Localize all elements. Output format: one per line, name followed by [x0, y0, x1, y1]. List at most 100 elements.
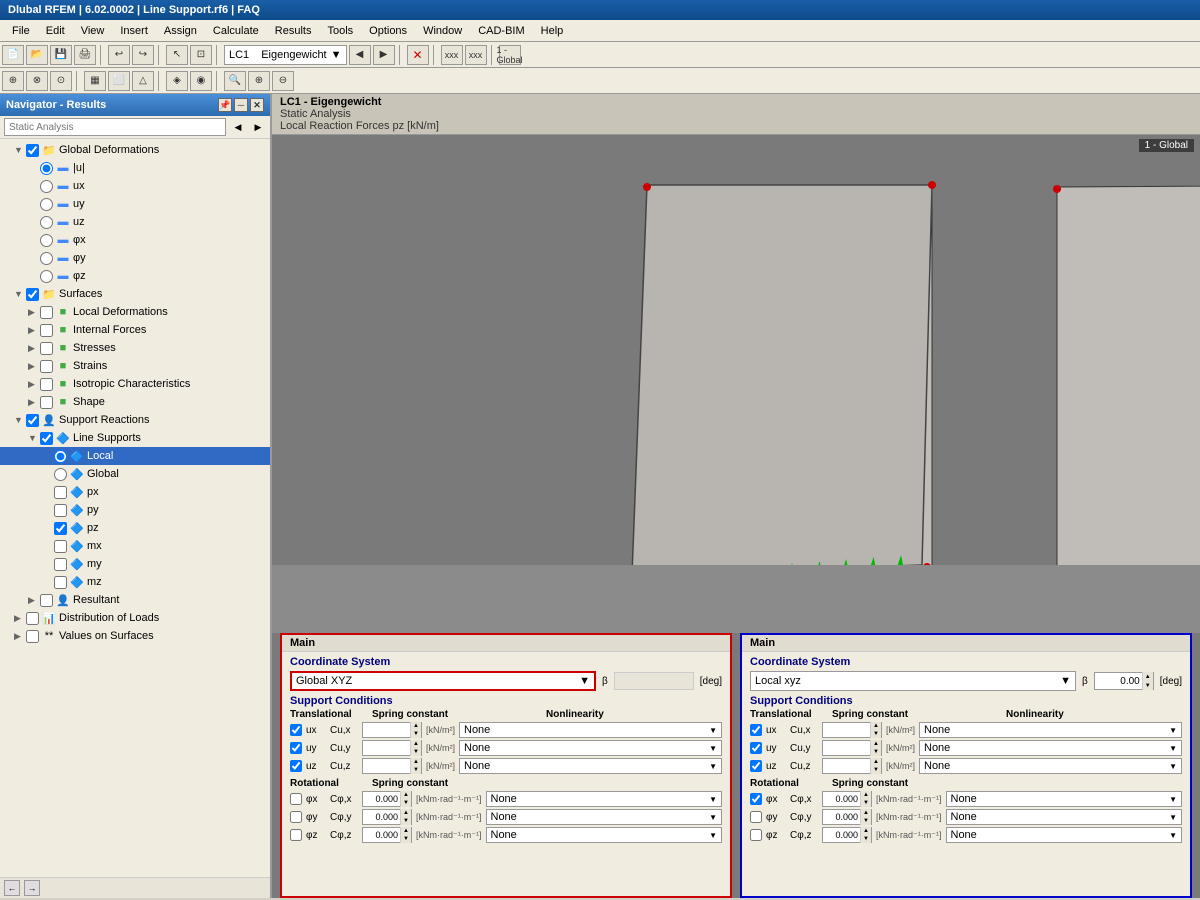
- props-left-ux-nonlin[interactable]: None ▼: [459, 722, 722, 738]
- props-left-phiy-nonlin[interactable]: None ▼: [486, 809, 723, 825]
- tree-check-my[interactable]: [54, 558, 67, 571]
- toolbar2-btn3[interactable]: ⊙: [50, 71, 72, 91]
- menu-window[interactable]: Window: [415, 23, 470, 39]
- tree-check-shape[interactable]: [40, 396, 53, 409]
- menu-calculate[interactable]: Calculate: [205, 23, 267, 39]
- tree-item-surfaces[interactable]: ▼ 📁 Surfaces: [0, 285, 270, 303]
- props-right-phix-spin-up[interactable]: ▲: [861, 791, 871, 799]
- tree-item-phiz[interactable]: ▬ φz: [0, 267, 270, 285]
- toolbar2-render1-btn[interactable]: ◈: [166, 71, 188, 91]
- tree-item-isotropic[interactable]: ▶ ■ Isotropic Characteristics: [0, 375, 270, 393]
- toolbar-new-btn[interactable]: 📄: [2, 45, 24, 65]
- nav-search-prev-btn[interactable]: ◀: [230, 119, 246, 135]
- toolbar2-btn1[interactable]: ⊕: [2, 71, 24, 91]
- toolbar-cursor-btn[interactable]: ↖: [166, 45, 188, 65]
- toolbar-save-btn[interactable]: 💾: [50, 45, 72, 65]
- menu-options[interactable]: Options: [361, 23, 415, 39]
- tree-check-values-surfaces[interactable]: [26, 630, 39, 643]
- tree-item-pz[interactable]: 🔷 pz: [0, 519, 270, 537]
- props-left-uz-spin-up[interactable]: ▲: [411, 758, 421, 766]
- props-left-uz-nonlin[interactable]: None ▼: [459, 758, 722, 774]
- tree-item-strains[interactable]: ▶ ■ Strains: [0, 357, 270, 375]
- tree-check-distr-loads[interactable]: [26, 612, 39, 625]
- toolbar-xxx2-btn[interactable]: xxx: [465, 45, 487, 65]
- props-left-phiz-spin-down[interactable]: ▼: [401, 835, 411, 843]
- toolbar2-btn2[interactable]: ⊗: [26, 71, 48, 91]
- props-left-phix-input[interactable]: 0.000 ▲ ▼: [362, 791, 412, 807]
- tree-item-local-deformations[interactable]: ▶ ■ Local Deformations: [0, 303, 270, 321]
- tree-item-distribution-of-loads[interactable]: ▶ 📊 Distribution of Loads: [0, 609, 270, 627]
- props-left-phiz-check[interactable]: [290, 829, 302, 841]
- nav-search-next-btn[interactable]: ▶: [250, 119, 266, 135]
- menu-results[interactable]: Results: [267, 23, 320, 39]
- tree-item-my[interactable]: 🔷 my: [0, 555, 270, 573]
- tree-item-phix[interactable]: ▬ φx: [0, 231, 270, 249]
- tree-radio-u-abs[interactable]: [40, 162, 53, 175]
- tree-item-line-supports[interactable]: ▼ 🔷 Line Supports: [0, 429, 270, 447]
- props-right-uy-spin-down[interactable]: ▼: [871, 748, 881, 756]
- tree-toggle-internal-forces[interactable]: ▶: [28, 325, 40, 336]
- nav-bottom-btn1[interactable]: ←: [4, 880, 20, 896]
- tree-radio-uy[interactable]: [40, 198, 53, 211]
- nav-pin-btn[interactable]: 📌: [218, 98, 232, 112]
- tree-item-phiy[interactable]: ▬ φy: [0, 249, 270, 267]
- tree-item-py[interactable]: 🔷 py: [0, 501, 270, 519]
- menu-view[interactable]: View: [73, 23, 113, 39]
- props-left-uy-spin-down[interactable]: ▼: [411, 748, 421, 756]
- props-left-phiz-nonlin[interactable]: None ▼: [486, 827, 723, 843]
- tree-toggle-strains[interactable]: ▶: [28, 361, 40, 372]
- props-right-phiz-spin-down[interactable]: ▼: [861, 835, 871, 843]
- props-right-uy-nonlin[interactable]: None ▼: [919, 740, 1182, 756]
- props-right-ux-input[interactable]: ▲ ▼: [822, 722, 882, 738]
- tree-item-global[interactable]: 🔷 Global: [0, 465, 270, 483]
- props-left-uz-check[interactable]: [290, 760, 302, 772]
- props-left-phiz-spin-up[interactable]: ▲: [401, 827, 411, 835]
- toolbar2-zoomout-btn[interactable]: ⊖: [272, 71, 294, 91]
- props-left-coord-dropdown[interactable]: Global XYZ ▼: [290, 671, 596, 691]
- tree-check-mz[interactable]: [54, 576, 67, 589]
- tree-toggle-resultant[interactable]: ▶: [28, 595, 40, 606]
- toolbar2-view1-btn[interactable]: ▦: [84, 71, 106, 91]
- tree-toggle-values-surfaces[interactable]: ▶: [14, 631, 26, 642]
- nav-search-input[interactable]: [4, 118, 226, 136]
- tree-check-isotropic[interactable]: [40, 378, 53, 391]
- tree-check-local-def[interactable]: [40, 306, 53, 319]
- tree-radio-phiy[interactable]: [40, 252, 53, 265]
- tree-radio-local[interactable]: [54, 450, 67, 463]
- props-right-uz-check[interactable]: [750, 760, 762, 772]
- props-right-uy-spin-up[interactable]: ▲: [871, 740, 881, 748]
- tree-item-global-deformations[interactable]: ▼ 📁 Global Deformations: [0, 141, 270, 159]
- tree-check-global-def[interactable]: [26, 144, 39, 157]
- toolbar-open-btn[interactable]: 📂: [26, 45, 48, 65]
- tree-radio-uz[interactable]: [40, 216, 53, 229]
- tree-item-uy[interactable]: ▬ uy: [0, 195, 270, 213]
- props-left-phix-check[interactable]: [290, 793, 302, 805]
- props-right-beta-input[interactable]: 0.00 ▲ ▼: [1094, 672, 1154, 690]
- toolbar2-render2-btn[interactable]: ◉: [190, 71, 212, 91]
- props-left-uy-input[interactable]: ▲ ▼: [362, 740, 422, 756]
- props-left-phix-spin-up[interactable]: ▲: [401, 791, 411, 799]
- toolbar2-view3-btn[interactable]: △: [132, 71, 154, 91]
- props-right-phiy-input[interactable]: 0.000 ▲ ▼: [822, 809, 872, 825]
- props-right-uy-input[interactable]: ▲ ▼: [822, 740, 882, 756]
- tree-item-px[interactable]: 🔷 px: [0, 483, 270, 501]
- menu-edit[interactable]: Edit: [38, 23, 73, 39]
- toolbar-view-btn[interactable]: 1 - Global: [499, 45, 521, 65]
- props-left-uy-check[interactable]: [290, 742, 302, 754]
- tree-toggle-shape[interactable]: ▶: [28, 397, 40, 408]
- toolbar-loadcase-dropdown[interactable]: LC1 Eigengewicht ▼: [224, 45, 347, 65]
- menu-assign[interactable]: Assign: [156, 23, 205, 39]
- tree-item-resultant[interactable]: ▶ 👤 Resultant: [0, 591, 270, 609]
- tree-item-u-abs[interactable]: ▬ |u|: [0, 159, 270, 177]
- tree-toggle-distr-loads[interactable]: ▶: [14, 613, 26, 624]
- props-left-phiy-input[interactable]: 0.000 ▲ ▼: [362, 809, 412, 825]
- tree-toggle-line-supports[interactable]: ▼: [28, 433, 40, 443]
- props-left-phiy-check[interactable]: [290, 811, 302, 823]
- toolbar2-zoom-btn[interactable]: 🔍: [224, 71, 246, 91]
- tree-check-surfaces[interactable]: [26, 288, 39, 301]
- props-left-phix-spin-down[interactable]: ▼: [401, 799, 411, 807]
- props-right-uz-nonlin[interactable]: None ▼: [919, 758, 1182, 774]
- props-left-phiy-spin-up[interactable]: ▲: [401, 809, 411, 817]
- tree-check-internal-forces[interactable]: [40, 324, 53, 337]
- toolbar-calc-btn[interactable]: ✕: [407, 45, 429, 65]
